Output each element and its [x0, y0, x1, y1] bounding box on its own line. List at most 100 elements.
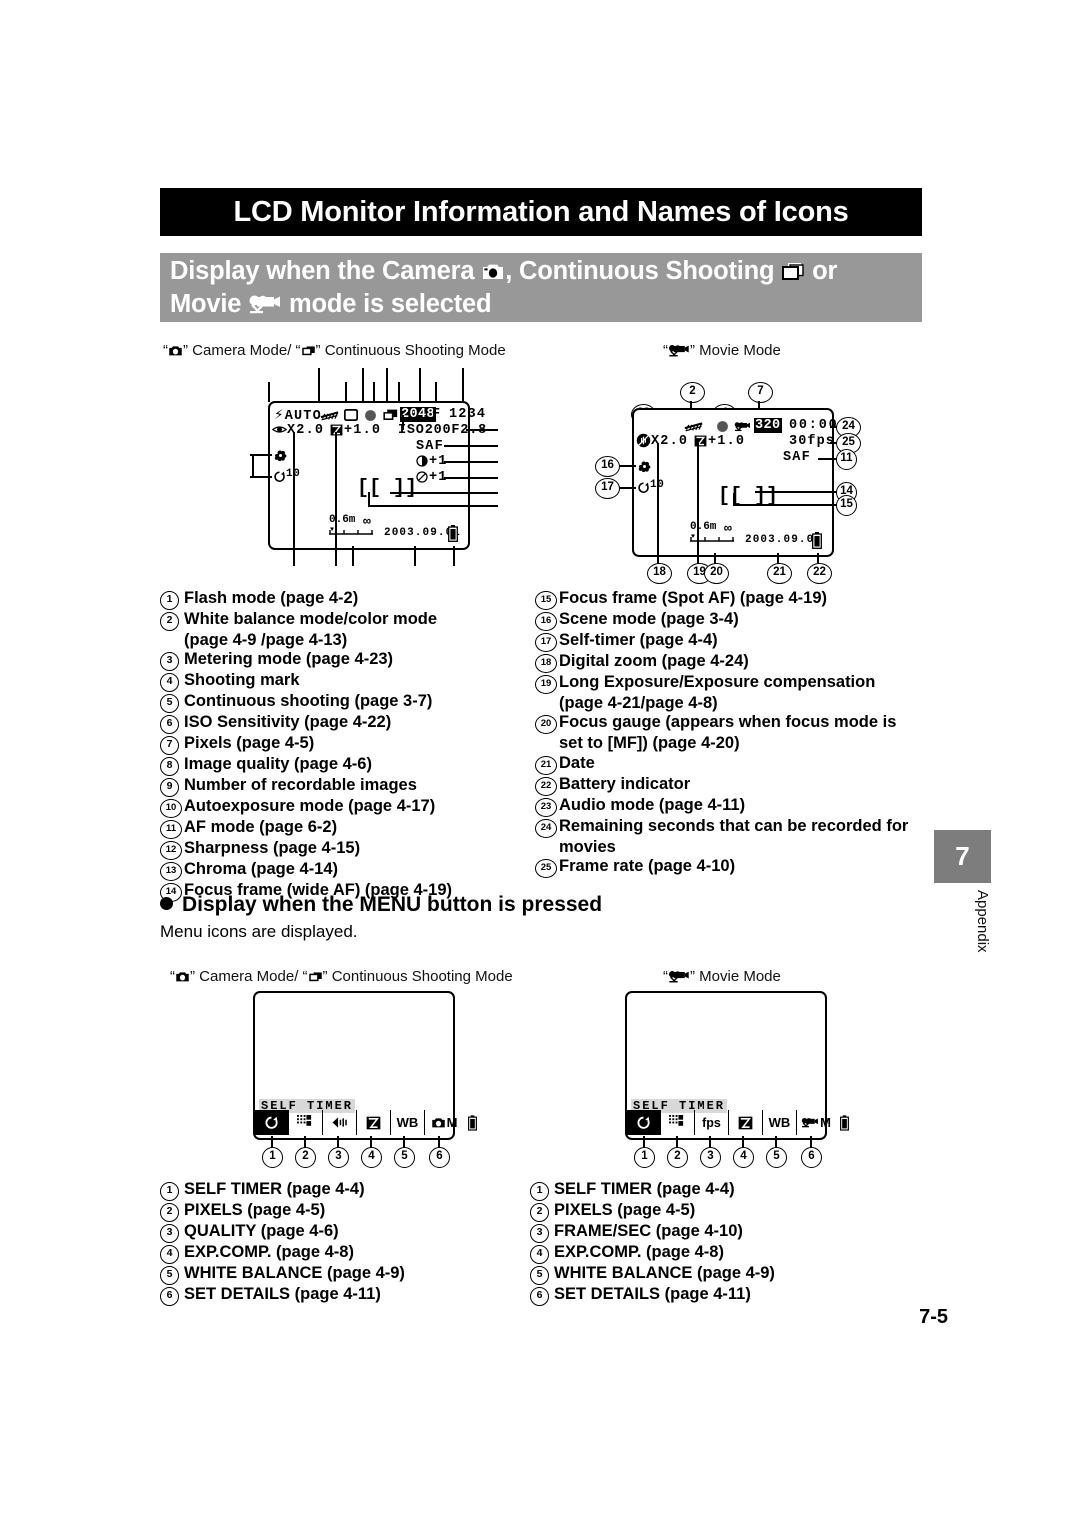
menu-item-set-details[interactable]: M	[424, 1110, 463, 1135]
menu-item-exp-comp[interactable]	[728, 1110, 762, 1135]
movie-icon	[668, 344, 690, 357]
legend-item-text: Self-timer (page 4-4)	[559, 631, 718, 649]
legend-item: 4 Shooting mark	[160, 671, 520, 693]
legend-item-text: SELF TIMER (page 4-4)	[184, 1180, 365, 1198]
leader-line	[444, 461, 498, 463]
legend-item-number: 15	[535, 589, 559, 610]
menu-callout-4: 4	[361, 1147, 382, 1168]
legend-item: 18 Digital zoom (page 4-24)	[535, 652, 935, 673]
circled-number-icon: 3	[160, 1224, 179, 1243]
legend-item-number: 1	[530, 1180, 554, 1201]
leader-line	[252, 454, 254, 477]
battery-icon	[835, 1110, 853, 1135]
circled-number-icon: 6	[160, 715, 179, 735]
legend-list-right: 15 Focus frame (Spot AF) (page 4-19) 16 Sce…	[535, 589, 935, 878]
legend-item-text: FRAME/SEC (page 4-10)	[554, 1222, 743, 1240]
leader-line	[368, 505, 498, 507]
circled-number-icon: 3	[160, 652, 179, 672]
menu-movie-icon-bar: fps WB M	[627, 1110, 853, 1135]
caption-text-a: ” Camera Mode/ “	[183, 342, 301, 359]
menu-camera-icon-bar: WB M	[255, 1110, 481, 1135]
legend-item-number: 4	[160, 1243, 184, 1264]
menu-item-self-timer[interactable]	[255, 1110, 288, 1135]
leader-line	[657, 443, 659, 555]
chroma-icon	[416, 471, 428, 483]
legend-item-text: Number of recordable images	[184, 776, 417, 795]
menu-item-set-details[interactable]: M	[796, 1110, 835, 1135]
circled-number-icon: 13	[160, 862, 182, 882]
menu-callout-3: 3	[328, 1147, 349, 1168]
callout-2: 2	[680, 382, 705, 403]
leader-line	[335, 432, 337, 546]
legend-item-text: Audio mode (page 4-11)	[559, 795, 746, 814]
page-number: 7-5	[919, 1306, 948, 1328]
self-timer-icon	[273, 470, 286, 483]
legend-item-number: 18	[535, 652, 559, 673]
exp-comp-icon	[694, 435, 707, 447]
continuous-shooting-icon	[308, 970, 323, 983]
callout-22: 22	[807, 563, 832, 584]
menu-item-white-balance[interactable]: WB	[390, 1110, 424, 1135]
legend-item-number: 4	[530, 1243, 554, 1264]
menu-item-self-timer[interactable]	[627, 1110, 660, 1135]
legend-item-text: Pixels (page 4-5)	[184, 734, 315, 753]
legend-item-text: Image quality (page 4-6)	[184, 755, 372, 774]
lcd-movie-focus-near: 0.6m	[690, 521, 717, 533]
lcd-movie-pixels: 320	[754, 418, 782, 433]
legend-item-number: 5	[160, 692, 184, 714]
chapter-tab-label: Appendix	[974, 890, 991, 953]
legend-item-number: 2	[160, 610, 184, 631]
circled-number-icon: 1	[160, 591, 179, 610]
legend-item-text: Focus frame (Spot AF) (page 4-19)	[559, 589, 828, 607]
legend-item: 19 Long Exposure/Exposure compensation	[535, 673, 935, 694]
legend-item: 25 Frame rate (page 4-10)	[535, 857, 935, 878]
legend-item-number: 1	[160, 1180, 184, 1201]
legend-item-number: 25	[535, 857, 559, 878]
legend-item-number: 24	[535, 817, 559, 838]
leader-line	[414, 546, 416, 566]
legend-item: 2 PIXELS (page 4-5)	[160, 1201, 520, 1222]
leader-line	[390, 492, 498, 494]
subtitle-text-1: Display when the Camera	[170, 257, 482, 285]
circled-number-icon: 1	[530, 1182, 549, 1201]
legend-item-text: Chroma (page 4-14)	[184, 860, 339, 879]
legend-item-number: 3	[160, 650, 184, 672]
caption-camera-mode-top: “” Camera Mode/ “” Continuous Shooting M…	[163, 342, 506, 359]
callout-17: 17	[595, 478, 620, 499]
menu-item-pixels[interactable]	[660, 1110, 694, 1135]
legend-item: 1 SELF TIMER (page 4-4)	[160, 1180, 520, 1201]
menu-callout-3: 3	[700, 1147, 721, 1168]
circled-number-icon: 5	[160, 694, 179, 714]
shooting-mark-icon	[716, 420, 729, 433]
menu-item-white-balance[interactable]: WB	[762, 1110, 796, 1135]
menu-callout-2: 2	[667, 1147, 688, 1168]
movie-icon	[734, 421, 751, 432]
leader-line	[462, 368, 464, 402]
subtitle-text-5: mode is selected	[282, 290, 492, 318]
legend-item: 1 SELF TIMER (page 4-4)	[530, 1180, 910, 1201]
circled-number-icon: 20	[535, 715, 557, 735]
legend-item-text: SET DETAILS (page 4-11)	[184, 1285, 381, 1303]
legend-item-text: WHITE BALANCE (page 4-9)	[184, 1264, 405, 1282]
scene-macro-icon	[273, 449, 288, 462]
circled-number-icon: 18	[535, 654, 557, 673]
legend-item-text: Flash mode (page 4-2)	[184, 589, 359, 607]
menu-item-frame-sec[interactable]: fps	[694, 1110, 728, 1135]
metering-mode-icon	[344, 409, 358, 421]
legend-item-number: 9	[160, 776, 184, 798]
subtitle-text-3: or	[805, 257, 838, 285]
leader-line	[419, 368, 421, 402]
menu-item-exp-comp[interactable]	[356, 1110, 390, 1135]
legend-item-number: 5	[160, 1264, 184, 1285]
manual-page: LCD Monitor Information and Names of Ico…	[0, 0, 1080, 1526]
menu-item-pixels[interactable]	[288, 1110, 322, 1135]
menu-item-quality[interactable]	[322, 1110, 356, 1135]
chapter-tab: 7	[934, 830, 991, 883]
legend-item: 12 Sharpness (page 4-15)	[160, 839, 520, 861]
legend-item-number: 10	[160, 797, 184, 819]
legend-item: 4 EXP.COMP. (page 4-8)	[530, 1243, 910, 1264]
menu-heading-text: Display when the MENU button is pressed	[182, 893, 603, 916]
audio-mode-icon	[636, 433, 651, 448]
leader-line	[444, 445, 498, 447]
legend-item-number: 22	[535, 775, 559, 796]
